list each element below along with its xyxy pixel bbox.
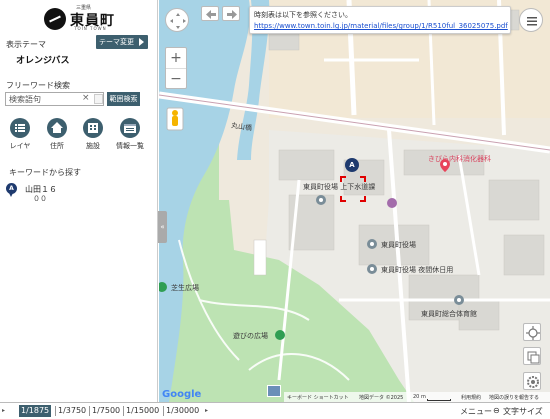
menu-button[interactable] [519,8,543,32]
separator [89,406,90,416]
report-error-link[interactable]: 地図の誤りを報告する [489,394,539,401]
back-button[interactable] [201,6,219,21]
label-gymnasium[interactable]: 東員町総合体育館 [421,309,477,319]
label-bus-stop[interactable]: 東員町役場 上下水道課 [303,182,375,192]
menu-facility[interactable]: 施設 [76,118,110,152]
menu-link[interactable]: メニュー [460,406,492,417]
zoom-in-button[interactable]: + [166,48,186,69]
keyword-item-sub: ００ [33,195,47,203]
pan-arrows-icon [170,13,186,29]
house-icon [47,118,67,138]
timetable-info-popup: 時刻表は以下を参照ください。 https://www.town.toin.lg.… [249,6,511,34]
theme-change-button[interactable]: テーマ変更 [96,35,148,49]
bottom-bar: ▸ 1/1875 1/3750 1/7500 1/15000 1/30000 ▸… [0,402,550,419]
keyboard-shortcuts-link[interactable]: キーボード ショートカット [287,394,349,401]
theme-label: 表示テーマ [6,40,46,49]
collapse-sidebar-button[interactable]: « [158,211,167,243]
town-logo[interactable]: 三重県 東員町 TOIN TOWN [44,4,116,32]
separator [123,406,124,416]
label-lawn-plaza[interactable]: 芝生広場 [171,283,199,293]
range-search-button[interactable]: 範囲検索 [107,92,140,106]
font-size-button[interactable]: 文字サイズ [503,406,543,417]
scale-option[interactable]: 1/15000 [126,406,159,415]
search-option-button[interactable] [94,94,103,104]
menu-info-list-label: 情報一覧 [116,142,144,150]
locate-button[interactable] [523,323,541,341]
map-view[interactable]: A 丸山橋 きびら内科消化器科 東員町役場 上下水道課 東員町役場 東員町役場 … [159,0,550,402]
scale-label: 20 m [413,394,426,400]
scale-bar [427,399,451,401]
scale-option-active[interactable]: 1/1875 [19,405,52,417]
label-play-plaza[interactable]: 遊びの広場 [233,331,268,341]
google-logo: Google [162,389,202,400]
bus-stop-marker-icon[interactable]: A [345,158,359,172]
clear-search-icon[interactable]: × [82,93,90,103]
settings-button[interactable] [523,372,541,390]
hamburger-icon [527,17,537,26]
current-theme: オレンジバス [16,56,70,66]
keyword-heading: キーワードから探す [9,168,81,177]
theme-change-label: テーマ変更 [99,38,134,46]
layer-list-icon [10,118,30,138]
scale-option[interactable]: 1/7500 [92,406,120,415]
street-view-pegman-icon[interactable] [167,108,183,130]
arrow-left-icon [206,10,216,19]
timetable-pdf-link[interactable]: https://www.town.toin.lg.jp/material/fil… [254,22,508,30]
search-label: フリーワード検索 [6,81,70,90]
gear-icon [527,376,539,388]
arrow-right-icon [227,10,237,19]
menu-facility-label: 施設 [86,142,100,150]
separator [163,406,164,416]
scale-next-icon[interactable]: ▸ [205,407,208,414]
list-panel-icon [120,118,140,138]
separator [55,406,56,416]
bus-stop-marker-icon: A [6,183,17,197]
scale-option[interactable]: 1/30000 [166,406,199,415]
bus-stop-marker-letter: A [349,161,355,169]
terms-link[interactable]: 利用規約 [461,394,481,401]
sidebar: 三重県 東員町 TOIN TOWN 表示テーマ テーマ変更 オレンジバス フリー… [0,0,158,402]
menu-layer-label: レイヤ [9,142,31,150]
map-data-credit: 地図データ ©2025 [359,395,404,401]
menu-info-list[interactable]: 情報一覧 [113,118,147,152]
thumbnail-map-icon[interactable] [267,385,281,397]
map-canvas [159,0,550,402]
logo-roman: TOIN TOWN [74,26,107,31]
menu-layer[interactable]: レイヤ [3,118,37,152]
town-emblem-icon [44,8,66,30]
scale-option[interactable]: 1/3750 [58,406,86,415]
menu-address-label: 住所 [50,142,64,150]
font-size-icon: ⊖ [493,406,500,415]
building-icon [83,118,103,138]
timetable-info-text: 時刻表は以下を参照ください。 [254,11,352,19]
forward-button[interactable] [222,6,240,21]
menu-address[interactable]: 住所 [40,118,74,152]
label-clinic[interactable]: きびら内科消化器科 [428,154,491,164]
label-town-hall-night[interactable]: 東員町役場 夜間休日用 [381,265,453,275]
label-town-hall[interactable]: 東員町役場 [381,240,416,250]
keyword-list-item[interactable]: A 山田１６ ００ [6,183,146,203]
copy-layers-icon [527,351,540,364]
zoom-out-button[interactable]: − [166,69,186,89]
pan-control[interactable] [165,8,189,32]
zoom-control: + − [165,47,187,89]
scale-prev-icon[interactable]: ▸ [2,407,5,414]
crosshair-icon [526,326,540,340]
layers-button[interactable] [523,347,541,365]
play-arrow-icon [139,38,144,46]
